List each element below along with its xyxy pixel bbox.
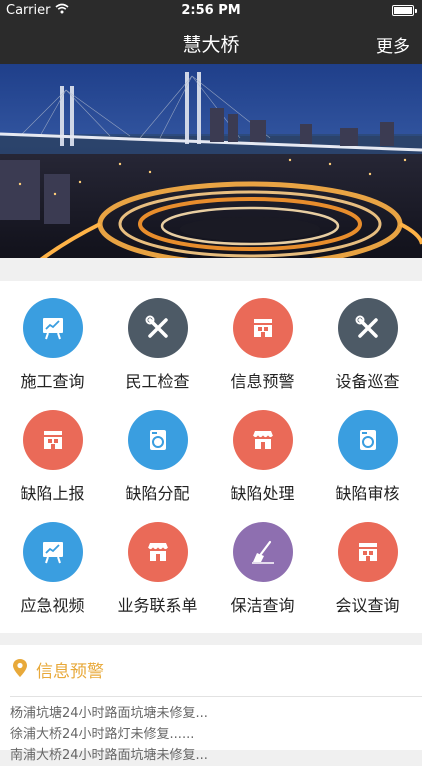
more-button[interactable]: 更多 (376, 32, 410, 57)
grid-item-icon-bg (338, 522, 398, 582)
battery-icon (392, 5, 417, 16)
tools-icon (145, 315, 168, 338)
tools-icon (355, 315, 378, 338)
grid-item-icon-bg (23, 410, 83, 470)
grid-item-icon-bg (128, 410, 188, 470)
bridge-night-illustration (0, 64, 422, 268)
grid-item-info-alert[interactable]: 信息预警 (210, 281, 315, 391)
grid-item-label: 设备巡查 (335, 372, 400, 391)
info-alert-header[interactable]: 信息预警 (12, 657, 104, 682)
grid-item-icon-bg (128, 298, 188, 358)
nav-bar: 慧大桥 更多 (0, 22, 422, 64)
grid-item-label: 保洁查询 (230, 596, 295, 615)
grid-item-label: 缺陷分配 (125, 484, 190, 503)
grid-item-icon-bg (233, 522, 293, 582)
grid-item-defect-review[interactable]: 缺陷审核 (315, 393, 420, 503)
grid-item-icon-bg (338, 298, 398, 358)
info-alert-list: 杨浦坑塘24小时路面坑塘未修复... 徐浦大桥24小时路灯未修复...... 南… (10, 703, 412, 766)
status-time: 2:56 PM (181, 3, 241, 18)
page-title: 慧大桥 (182, 34, 240, 56)
grid-item-icon-bg (233, 298, 293, 358)
grid-item-label: 缺陷处理 (230, 484, 295, 503)
building-icon (44, 431, 62, 449)
washing-machine-icon (150, 430, 166, 450)
info-alert-title: 信息预警 (36, 662, 104, 682)
grid-item-label: 应急视频 (20, 596, 85, 615)
shop-icon (252, 431, 274, 449)
grid-item-business-contact[interactable]: 业务联系单 (105, 505, 210, 615)
grid-item-equipment-patrol[interactable]: 设备巡查 (315, 281, 420, 391)
grid-item-label: 施工查询 (20, 372, 85, 391)
grid-item-label: 缺陷上报 (20, 484, 85, 503)
presentation-icon (43, 318, 63, 340)
presentation-icon (43, 542, 63, 564)
grid-item-label: 缺陷审核 (335, 484, 400, 503)
info-alert-panel: 信息预警 杨浦坑塘24小时路面坑塘未修复... 徐浦大桥24小时路灯未修复...… (0, 645, 422, 763)
divider (10, 696, 422, 697)
grid-item-meeting-query[interactable]: 会议查询 (315, 505, 420, 615)
location-pin-icon (12, 658, 28, 682)
grid-item-icon-bg (23, 522, 83, 582)
grid-item-label: 民工检查 (125, 372, 190, 391)
status-bar: Carrier 2:56 PM (0, 0, 422, 22)
grid-item-cleaning-query[interactable]: 保洁查询 (210, 505, 315, 615)
grid-item-defect-handle[interactable]: 缺陷处理 (210, 393, 315, 503)
grid-item-icon-bg (128, 522, 188, 582)
grid-item-icon-bg (338, 410, 398, 470)
grid-item-label: 信息预警 (230, 372, 295, 391)
grid-item-worker-inspection[interactable]: 民工检查 (105, 281, 210, 391)
list-item[interactable]: 徐浦大桥24小时路灯未修复...... (10, 724, 412, 745)
grid-item-label: 会议查询 (335, 596, 400, 615)
banner-image[interactable] (0, 64, 422, 268)
list-item[interactable]: 南浦大桥24小时路面坑塘未修复... (10, 745, 412, 766)
grid-item-label: 业务联系单 (117, 596, 198, 615)
broom-icon (252, 540, 274, 564)
function-grid: 施工查询 民工检查 信息预警 设备巡查 缺陷上报 缺陷分配 缺陷处理 缺陷审核 … (0, 281, 422, 633)
washing-machine-icon (360, 430, 376, 450)
shop-icon (147, 543, 169, 561)
grid-item-defect-report[interactable]: 缺陷上报 (0, 393, 105, 503)
grid-item-defect-assign[interactable]: 缺陷分配 (105, 393, 210, 503)
list-item[interactable]: 杨浦坑塘24小时路面坑塘未修复... (10, 703, 412, 724)
grid-item-emergency-video[interactable]: 应急视频 (0, 505, 105, 615)
building-icon (254, 319, 272, 337)
grid-item-construction-query[interactable]: 施工查询 (0, 281, 105, 391)
building-icon (359, 543, 377, 561)
grid-item-icon-bg (23, 298, 83, 358)
grid-item-icon-bg (233, 410, 293, 470)
